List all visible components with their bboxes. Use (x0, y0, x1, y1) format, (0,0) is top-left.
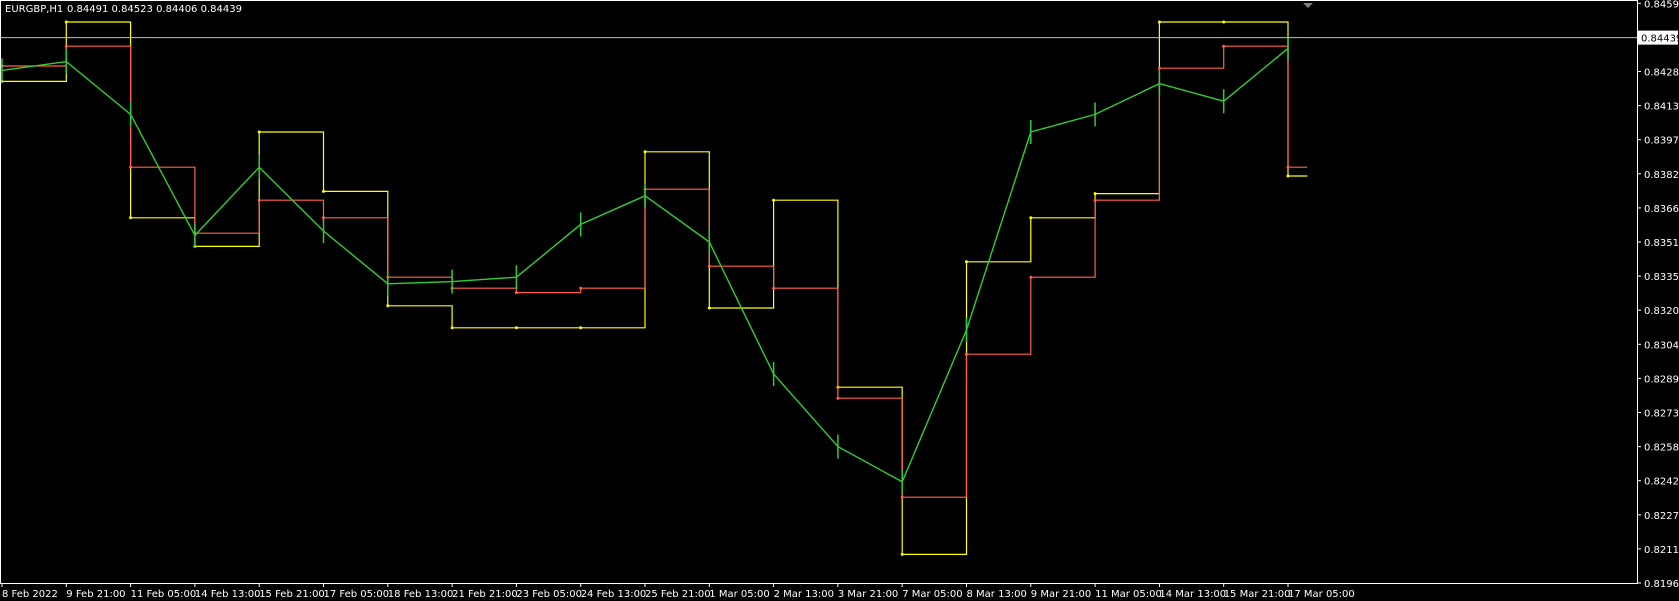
time-tick-label: 17 Mar 05:00 (1288, 589, 1355, 600)
time-tick-label: 8 Feb 2022 (2, 589, 58, 600)
price-tick-label: 0.82890 (1644, 374, 1679, 385)
time-tick-label: 2 Mar 13:00 (774, 589, 834, 600)
price-tick-label: 0.84130 (1644, 102, 1679, 113)
channel-point (257, 198, 261, 202)
price-tick-label: 0.83510 (1644, 238, 1679, 249)
time-tick-label: 25 Feb 21:00 (645, 589, 711, 600)
channel-point (1093, 198, 1097, 202)
price-tick-label: 0.81960 (1644, 579, 1679, 590)
time-tick-label: 14 Feb 13:00 (195, 589, 261, 600)
channel-point (64, 44, 68, 48)
chart-background (0, 0, 1679, 601)
channel-point (1029, 216, 1033, 220)
price-chart[interactable]: 0.84439 0.84595 0.84285 0.84130 0.83975 0.83… (0, 0, 1679, 601)
time-tick-label: 11 Feb 05:00 (131, 589, 197, 600)
channel-point (1029, 275, 1033, 279)
time-tick-label: 24 Feb 13:00 (581, 589, 647, 600)
price-tick-label: 0.83975 (1644, 136, 1679, 147)
price-tick-label: 0.82580 (1644, 443, 1679, 454)
channel-point (386, 304, 390, 308)
time-tick-label: 9 Mar 21:00 (1031, 589, 1091, 600)
price-tick-label: 0.83045 (1644, 340, 1679, 351)
price-tick-label: 0.84285 (1644, 68, 1679, 79)
time-tick-label: 1 Mar 05:00 (709, 589, 769, 600)
time-tick-label: 21 Feb 21:00 (452, 589, 518, 600)
time-tick-label: 11 Mar 05:00 (1095, 589, 1162, 600)
time-tick-label: 18 Feb 13:00 (388, 589, 454, 600)
time-tick-label: 17 Feb 05:00 (324, 589, 390, 600)
channel-point (579, 326, 583, 330)
channel-point (450, 326, 454, 330)
channel-point (707, 306, 711, 310)
channel-point (1286, 174, 1290, 178)
time-tick-label: 14 Mar 13:00 (1159, 589, 1226, 600)
channel-point (772, 286, 776, 290)
channel-point (322, 189, 325, 193)
time-tick-label: 15 Mar 21:00 (1224, 589, 1291, 600)
time-tick-label: 23 Feb 05:00 (516, 589, 582, 600)
channel-point (1157, 66, 1161, 70)
channel-point (707, 264, 711, 268)
price-tick-label: 0.83355 (1644, 272, 1679, 283)
channel-point (579, 286, 583, 290)
time-tick-label: 7 Mar 05:00 (902, 589, 962, 600)
channel-point (900, 495, 904, 499)
price-tick-label: 0.84595 (1644, 0, 1679, 10)
channel-point (900, 552, 904, 556)
channel-point (1093, 192, 1097, 196)
price-tick-label: 0.82115 (1644, 545, 1679, 556)
time-tick-label: 9 Feb 21:00 (66, 589, 125, 600)
channel-point (643, 150, 647, 154)
channel-point (514, 326, 518, 330)
price-tick-label: 0.83200 (1644, 306, 1679, 317)
price-tick-label: 0.82270 (1644, 511, 1679, 522)
channel-point (1286, 165, 1290, 169)
channel-point (257, 130, 261, 134)
price-tick-label: 0.82735 (1644, 409, 1679, 420)
time-tick-label: 8 Mar 13:00 (967, 589, 1027, 600)
ohlc-values: 0.84491 0.84523 0.84406 0.84439 (67, 4, 242, 15)
price-tick-label: 0.83665 (1644, 204, 1679, 215)
channel-point (322, 216, 325, 220)
channel-point (772, 198, 776, 202)
channel-point (965, 352, 968, 356)
channel-point (836, 396, 840, 400)
time-tick-label: 3 Mar 21:00 (838, 589, 898, 600)
current-price-label: 0.84439 (1641, 34, 1679, 45)
price-tick-label: 0.82425 (1644, 477, 1679, 488)
channel-point (514, 291, 518, 295)
channel-point (1222, 44, 1226, 48)
channel-point (64, 20, 68, 24)
price-tick-label: 0.83820 (1644, 170, 1679, 181)
channel-point (129, 216, 133, 220)
channel-point (129, 165, 133, 169)
channel-point (965, 260, 968, 264)
time-tick-label: 15 Feb 21:00 (259, 589, 325, 600)
channel-point (1222, 20, 1226, 24)
channel-point (1157, 20, 1161, 24)
symbol-label: EURGBP,H1 (5, 4, 63, 15)
